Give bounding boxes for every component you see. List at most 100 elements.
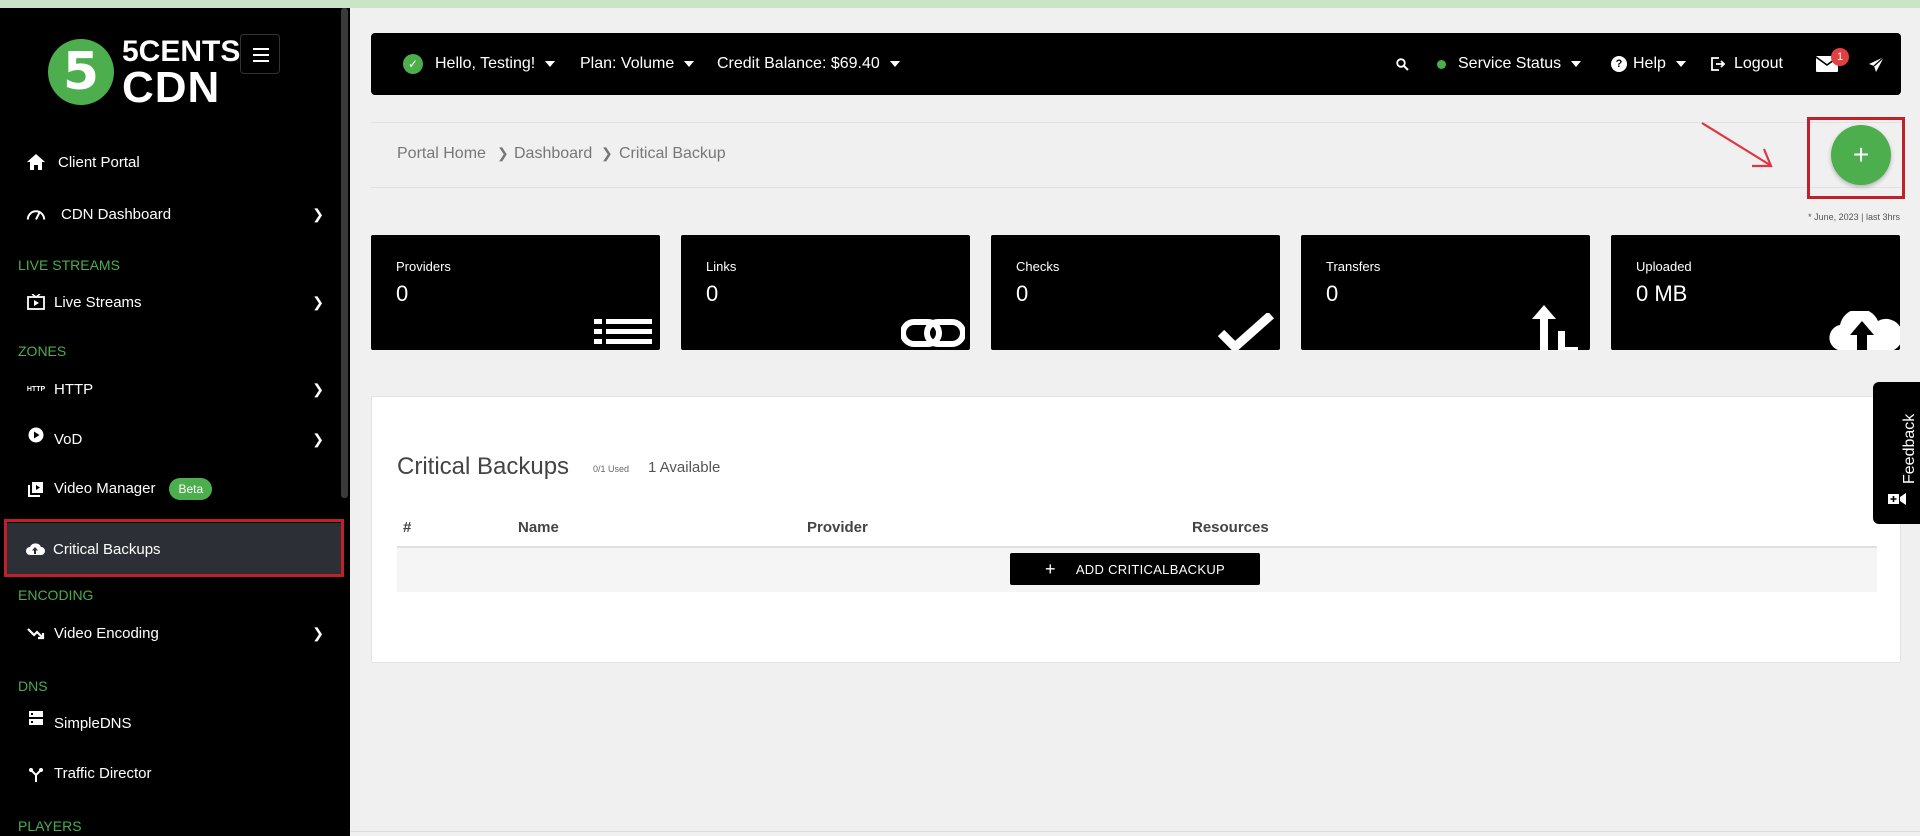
chevron-right-icon: ❯ [312, 430, 324, 447]
sidebar-item-cdn-dashboard[interactable]: CDN Dashboard ❯ [0, 194, 340, 234]
sidebar-item-simpledns[interactable]: SimpleDNS [0, 703, 340, 743]
fork-icon [26, 765, 46, 785]
notification-count-badge: 1 [1831, 48, 1849, 66]
caret-down-icon [889, 61, 900, 67]
section-label-dns: DNS [18, 678, 48, 694]
list-icon [594, 319, 652, 344]
sidebar-item-video-encoding[interactable]: Video Encoding ❯ [0, 613, 340, 653]
section-label-live-streams: LIVE STREAMS [18, 257, 120, 273]
sidebar-item-http[interactable]: HTTP HTTP ❯ [0, 369, 340, 409]
plus-icon: + [1045, 558, 1056, 579]
column-header-name: Name [518, 519, 559, 536]
section-label-zones: ZONES [18, 343, 67, 359]
stat-title: Uploaded [1636, 259, 1692, 274]
sidebar-item-label: Live Streams [54, 293, 142, 311]
stat-card-transfers: Transfers 0 [1301, 235, 1590, 350]
search-button[interactable] [1396, 33, 1409, 95]
highlight-outline-sidebar [4, 519, 344, 577]
sidebar-item-label: SimpleDNS [54, 714, 132, 732]
brand-logo[interactable]: 5 5CENTS CDN [48, 37, 240, 112]
sidebar-item-label: Traffic Director [54, 764, 152, 782]
annotation-arrow-icon [1701, 122, 1773, 168]
stat-card-links: Links 0 [681, 235, 970, 350]
sidebar-item-live-streams[interactable]: Live Streams ❯ [0, 282, 340, 322]
stat-title: Providers [396, 259, 451, 274]
sidebar-item-label: VoD [54, 430, 83, 448]
feedback-label: Feedback [1901, 413, 1918, 484]
sidebar-item-label: Video Encoding [54, 624, 159, 642]
caret-down-icon [684, 61, 695, 67]
breadcrumb-portal-home[interactable]: Portal Home [397, 145, 486, 163]
sidebar-item-label: Video Manager Beta [54, 478, 213, 500]
caret-down-icon [1675, 61, 1686, 67]
logout-button[interactable]: Logout [1710, 33, 1783, 95]
stats-timestamp: * June, 2023 | last 3hrs [1808, 212, 1900, 222]
sidebar-item-vod[interactable]: VoD ❯ [0, 419, 340, 459]
stat-title: Transfers [1326, 259, 1381, 274]
link-icon [901, 319, 965, 347]
speedometer-icon [26, 204, 46, 224]
logo-text-bottom: CDN [122, 63, 221, 112]
section-label-players: PLAYERS [18, 818, 82, 834]
sidebar-item-client-portal[interactable]: Client Portal [0, 142, 340, 182]
add-criticalbackup-button[interactable]: + ADD CRITICALBACKUP [1010, 553, 1260, 585]
stat-card-uploaded: Uploaded 0 MB [1611, 235, 1900, 350]
column-header-provider: Provider [807, 519, 868, 536]
breadcrumb-dashboard[interactable]: Dashboard [514, 145, 592, 163]
chevron-right-icon: ❯ [312, 293, 324, 310]
chevron-right-icon: ❯ [497, 145, 509, 161]
stat-title: Links [706, 259, 737, 274]
user-greeting: Hello, Testing! [435, 55, 536, 72]
transfer-arrows-icon [1532, 305, 1578, 350]
breadcrumb-current: Critical Backup [619, 145, 726, 162]
help-menu[interactable]: ? Help [1611, 33, 1686, 95]
stat-title: Checks [1016, 259, 1060, 274]
top-stripe [0, 0, 1920, 8]
menu-toggle-button[interactable] [240, 34, 280, 74]
video-library-icon [26, 479, 46, 499]
sidebar-scrollbar[interactable] [341, 8, 348, 498]
checkmark-icon [1217, 313, 1274, 350]
trending-down-icon [26, 623, 46, 643]
tv-play-icon [26, 292, 46, 312]
chevron-right-icon: ❯ [312, 624, 324, 641]
stat-card-providers: Providers 0 [371, 235, 660, 350]
plan-menu[interactable]: Plan: Volume [580, 33, 695, 95]
service-status-menu[interactable]: Service Status [1437, 33, 1582, 95]
page-footer-divider [350, 831, 1920, 832]
sidebar-item-label: HTTP [54, 380, 94, 398]
verified-check-icon: ✓ [403, 54, 423, 74]
beta-badge: Beta [169, 478, 213, 500]
sidebar: 5 5CENTS CDN Client Portal CDN Dashboard… [0, 8, 350, 836]
credit-balance-label: Credit Balance: $69.40 [717, 55, 880, 72]
section-label-encoding: ENCODING [18, 587, 94, 603]
logout-icon [1711, 57, 1726, 71]
help-label: Help [1633, 55, 1666, 72]
stat-value: 0 MB [1636, 281, 1688, 306]
feedback-tab[interactable]: Feedback [1873, 382, 1920, 524]
stat-card-checks: Checks 0 [991, 235, 1280, 350]
user-menu[interactable]: ✓ Hello, Testing! [403, 33, 556, 95]
server-icon [26, 708, 46, 728]
stat-value: 0 [1016, 281, 1029, 306]
breadcrumb: Portal Home ❯ Dashboard ❯ Critical Backu… [371, 122, 1901, 188]
chevron-right-icon: ❯ [312, 380, 324, 397]
caret-down-icon [545, 61, 556, 67]
send-button[interactable] [1868, 33, 1885, 95]
credit-balance-menu[interactable]: Credit Balance: $69.40 [717, 33, 900, 95]
logo-badge: 5 [48, 39, 114, 105]
critical-backups-panel: Critical Backups 0/1 Used 1 Available # … [371, 396, 1901, 663]
home-icon [26, 152, 46, 172]
hamburger-icon [253, 48, 269, 50]
sidebar-item-label: CDN Dashboard [61, 205, 172, 223]
paper-plane-icon [1869, 56, 1885, 72]
chevron-right-icon: ❯ [601, 145, 613, 161]
sidebar-item-traffic-director[interactable]: Traffic Director [0, 753, 340, 793]
stat-value: 0 [1326, 281, 1339, 306]
play-circle-icon [26, 425, 46, 445]
highlight-outline-fab [1807, 117, 1905, 199]
sidebar-item-video-manager[interactable]: Video Manager Beta [0, 469, 340, 509]
stat-value: 0 [706, 281, 719, 306]
column-header-resources: Resources [1192, 519, 1269, 536]
top-bar: ✓ Hello, Testing! Plan: Volume Credit Ba… [371, 33, 1901, 95]
